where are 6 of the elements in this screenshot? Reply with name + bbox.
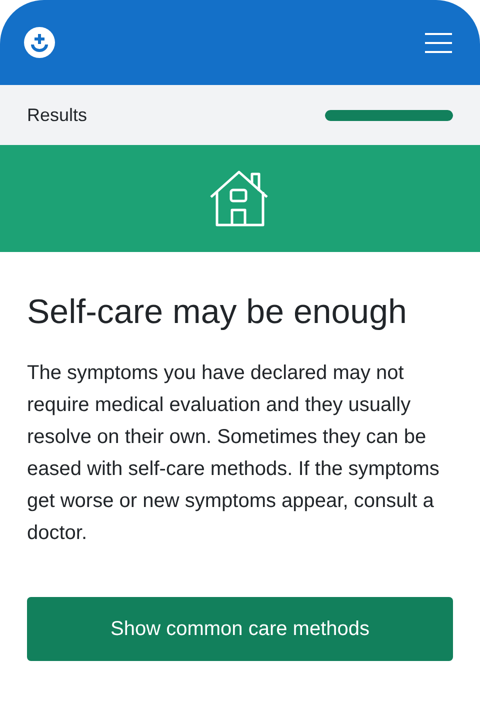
logo-icon[interactable] xyxy=(24,27,55,58)
paragraph: The symptoms you have declared may not require medical evaluation and they usually resolve on their own. Sometimes they can be eased with self-care methods. If the symptoms get worse or new symptoms appear, consult a doctor. xyxy=(27,360,440,546)
care-methods-button[interactable]: Show common care methods xyxy=(27,596,453,661)
menu-icon[interactable] xyxy=(425,32,452,54)
progress-label: Results xyxy=(27,104,88,126)
heading: Self-care may be enough xyxy=(27,292,408,333)
